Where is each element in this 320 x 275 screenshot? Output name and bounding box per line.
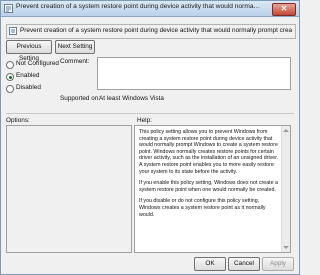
policy-icon <box>4 4 13 13</box>
cancel-button[interactable]: Cancel <box>228 257 260 271</box>
next-setting-button[interactable]: Next Setting <box>55 40 95 54</box>
setting-heading-text: Prevent creation of a system restore poi… <box>20 27 292 34</box>
help-paragraph: If you enable this policy setting, Windo… <box>139 180 278 193</box>
policy-editor-window: Prevent creation of a system restore poi… <box>0 0 300 275</box>
previous-setting-button[interactable]: Previous Setting <box>6 40 52 62</box>
help-text: This policy setting allows you to preven… <box>139 129 279 223</box>
comment-field[interactable] <box>97 57 291 90</box>
close-icon: ✕ <box>280 4 288 13</box>
help-scrollbar[interactable] <box>281 126 290 252</box>
close-button[interactable]: ✕ <box>272 3 296 16</box>
apply-button[interactable]: Apply <box>262 257 294 271</box>
radio-button[interactable] <box>6 61 14 69</box>
radio-label: Not Configured <box>16 60 59 67</box>
options-label: Options: <box>6 117 30 124</box>
radio-button[interactable] <box>6 85 14 93</box>
help-paragraph: This policy setting allows you to preven… <box>139 129 279 175</box>
radio-button-selected[interactable] <box>6 73 14 81</box>
scroll-down-icon[interactable] <box>283 245 289 250</box>
title-bar[interactable]: Prevent creation of a system restore poi… <box>1 1 299 17</box>
options-panel <box>6 125 132 253</box>
ok-button[interactable]: OK <box>194 257 226 271</box>
comment-label: Comment: <box>60 58 90 65</box>
help-paragraph: If you disable or do not configure this … <box>139 198 266 218</box>
section-divider <box>6 113 294 114</box>
radio-disabled[interactable]: Disabled <box>6 84 61 94</box>
policy-icon <box>9 27 17 35</box>
radio-label: Enabled <box>16 72 40 79</box>
help-panel[interactable]: This policy setting allows you to preven… <box>134 125 291 253</box>
radio-enabled[interactable]: Enabled <box>6 72 61 82</box>
radio-not-configured[interactable]: Not Configured <box>6 60 61 70</box>
supported-on-label: Supported on: <box>60 95 101 102</box>
scroll-up-icon[interactable] <box>283 128 289 133</box>
window-title: Prevent creation of a system restore poi… <box>16 3 261 10</box>
setting-heading: Prevent creation of a system restore poi… <box>6 24 296 39</box>
help-label: Help: <box>137 117 152 124</box>
supported-on-value: At least Windows Vista <box>99 95 164 102</box>
radio-label: Disabled <box>16 84 41 91</box>
